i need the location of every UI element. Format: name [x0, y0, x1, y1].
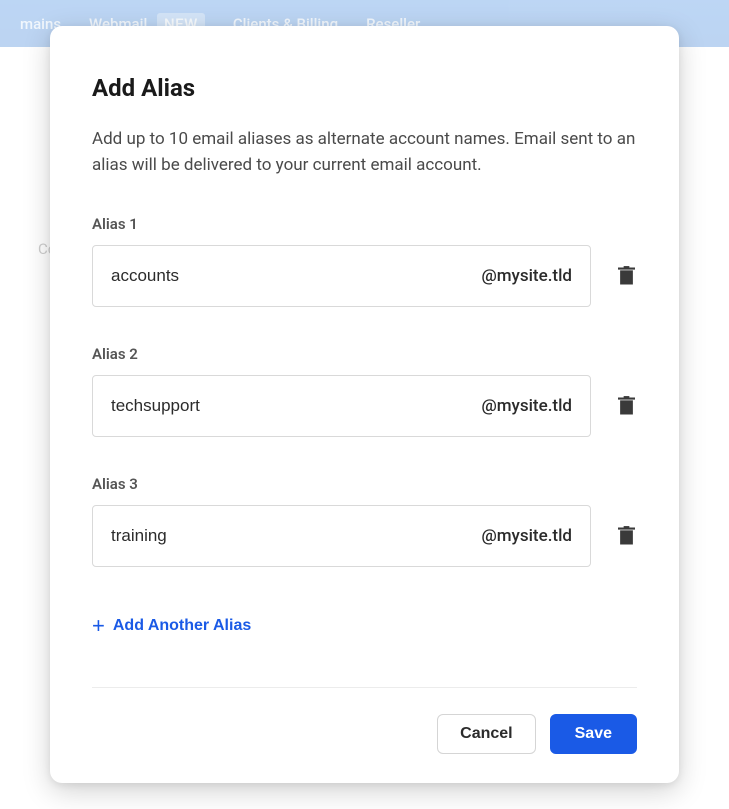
- alias-domain: @mysite.tld: [481, 396, 572, 416]
- cancel-button[interactable]: Cancel: [437, 714, 535, 754]
- alias-block-3: Alias 3 @mysite.tld: [92, 475, 637, 567]
- alias-label: Alias 2: [92, 345, 637, 363]
- alias-input-wrap[interactable]: @mysite.tld: [92, 245, 591, 307]
- alias-input[interactable]: [111, 526, 481, 546]
- trash-icon: [618, 396, 635, 416]
- alias-block-1: Alias 1 @mysite.tld: [92, 215, 637, 307]
- delete-alias-button[interactable]: [615, 526, 637, 546]
- alias-input-wrap[interactable]: @mysite.tld: [92, 505, 591, 567]
- add-another-alias-button[interactable]: + Add Another Alias: [92, 611, 637, 641]
- alias-input[interactable]: [111, 266, 481, 286]
- save-button[interactable]: Save: [550, 714, 637, 754]
- modal-title: Add Alias: [92, 74, 637, 102]
- modal-footer: Cancel Save: [92, 714, 637, 754]
- trash-icon: [618, 266, 635, 286]
- trash-icon: [618, 526, 635, 546]
- modal-description: Add up to 10 email aliases as alternate …: [92, 126, 637, 179]
- add-another-label: Add Another Alias: [113, 617, 251, 635]
- plus-icon: +: [92, 615, 105, 637]
- separator: [92, 687, 637, 688]
- alias-input-wrap[interactable]: @mysite.tld: [92, 375, 591, 437]
- delete-alias-button[interactable]: [615, 266, 637, 286]
- alias-domain: @mysite.tld: [481, 266, 572, 286]
- alias-block-2: Alias 2 @mysite.tld: [92, 345, 637, 437]
- alias-input[interactable]: [111, 396, 481, 416]
- delete-alias-button[interactable]: [615, 396, 637, 416]
- alias-domain: @mysite.tld: [481, 526, 572, 546]
- add-alias-modal: Add Alias Add up to 10 email aliases as …: [50, 26, 679, 783]
- alias-label: Alias 1: [92, 215, 637, 233]
- alias-label: Alias 3: [92, 475, 637, 493]
